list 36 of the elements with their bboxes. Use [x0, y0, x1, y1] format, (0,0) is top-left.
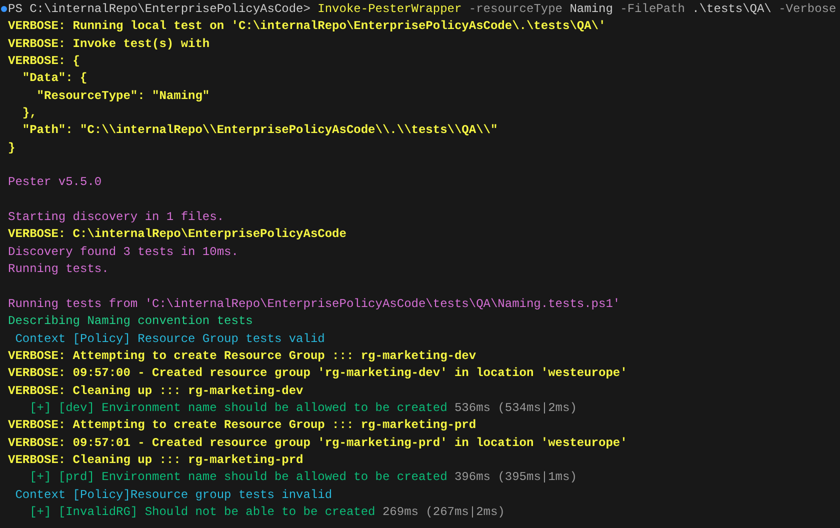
parameter-value: .\tests\QA\ — [691, 2, 772, 16]
log-text: Pester v5.5.0 — [8, 175, 102, 190]
test-result: [+] [dev] Environment name should be allowed to be created — [28, 400, 448, 415]
log-text: Discovery found 3 tests in 10ms. — [8, 244, 238, 259]
log-text: Running tests. — [8, 262, 109, 276]
context-heading: Context [Policy]Resource group tests invalid — [14, 488, 332, 502]
test-result: [+] [prd] Environment name should be allowed to be created — [28, 470, 448, 484]
verbose-output: VERBOSE: Running local test on 'C:\internalRepo\EnterprisePolicyAsCode\.\tests\QA\' — [8, 19, 606, 34]
test-duration: 536ms (534ms|2ms) — [453, 400, 577, 415]
test-duration: 396ms (395ms|1ms) — [453, 470, 577, 484]
verbose-output: "Path": "C:\\internalRepo\\EnterprisePolicyAsCode\\.\\tests\\QA\\" — [21, 123, 498, 138]
log-text: Starting discovery in 1 files. — [8, 210, 224, 224]
test-duration: 269ms (267ms|2ms) — [381, 504, 505, 519]
verbose-output: VERBOSE: Cleaning up ::: rg-marketing-prd — [8, 452, 304, 467]
verbose-output: VERBOSE: { — [8, 54, 80, 68]
verbose-output: VERBOSE: Attempting to create Resource Group ::: rg-marketing-prd — [8, 418, 476, 432]
parameter-value: Naming — [568, 2, 613, 16]
parameter-name: -Verbose — [778, 2, 836, 16]
verbose-output: VERBOSE: Invoke test(s) with — [8, 36, 210, 51]
verbose-output: } — [8, 140, 16, 155]
command-name: Invoke-PesterWrapper — [316, 2, 462, 16]
verbose-output: VERBOSE: C:\internalRepo\EnterprisePolicyAsCode — [8, 227, 346, 242]
verbose-output: VERBOSE: 09:57:00 - Created resource group 'rg-marketing-dev' in location 'westeurope' — [8, 366, 628, 380]
verbose-output: VERBOSE: Attempting to create Resource Group ::: rg-marketing-dev — [8, 348, 476, 363]
test-result: [+] [InvalidRG] Should not be able to be created — [28, 504, 376, 519]
verbose-output: "Data": { — [21, 71, 88, 86]
log-text: Running tests from 'C:\internalRepo\EnterprisePolicyAsCode\tests\QA\Naming.tests.ps1' — [8, 296, 620, 311]
context-heading: Context [Policy] Resource Group tests valid — [14, 332, 325, 346]
verbose-output: "ResourceType": "Naming" — [36, 88, 210, 103]
describe-heading: Describing Naming convention tests — [8, 314, 253, 328]
verbose-output: VERBOSE: 09:57:01 - Created resource group 'rg-marketing-prd' in location 'westeurope' — [8, 436, 628, 450]
verbose-output: VERBOSE: Cleaning up ::: rg-marketing-dev — [8, 384, 304, 398]
prompt-path: PS C:\internalRepo\EnterprisePolicyAsCode> — [8, 2, 310, 16]
verbose-output: }, — [21, 106, 37, 120]
parameter-name: -resourceType — [468, 2, 563, 16]
parameter-name: -FilePath — [619, 2, 685, 16]
